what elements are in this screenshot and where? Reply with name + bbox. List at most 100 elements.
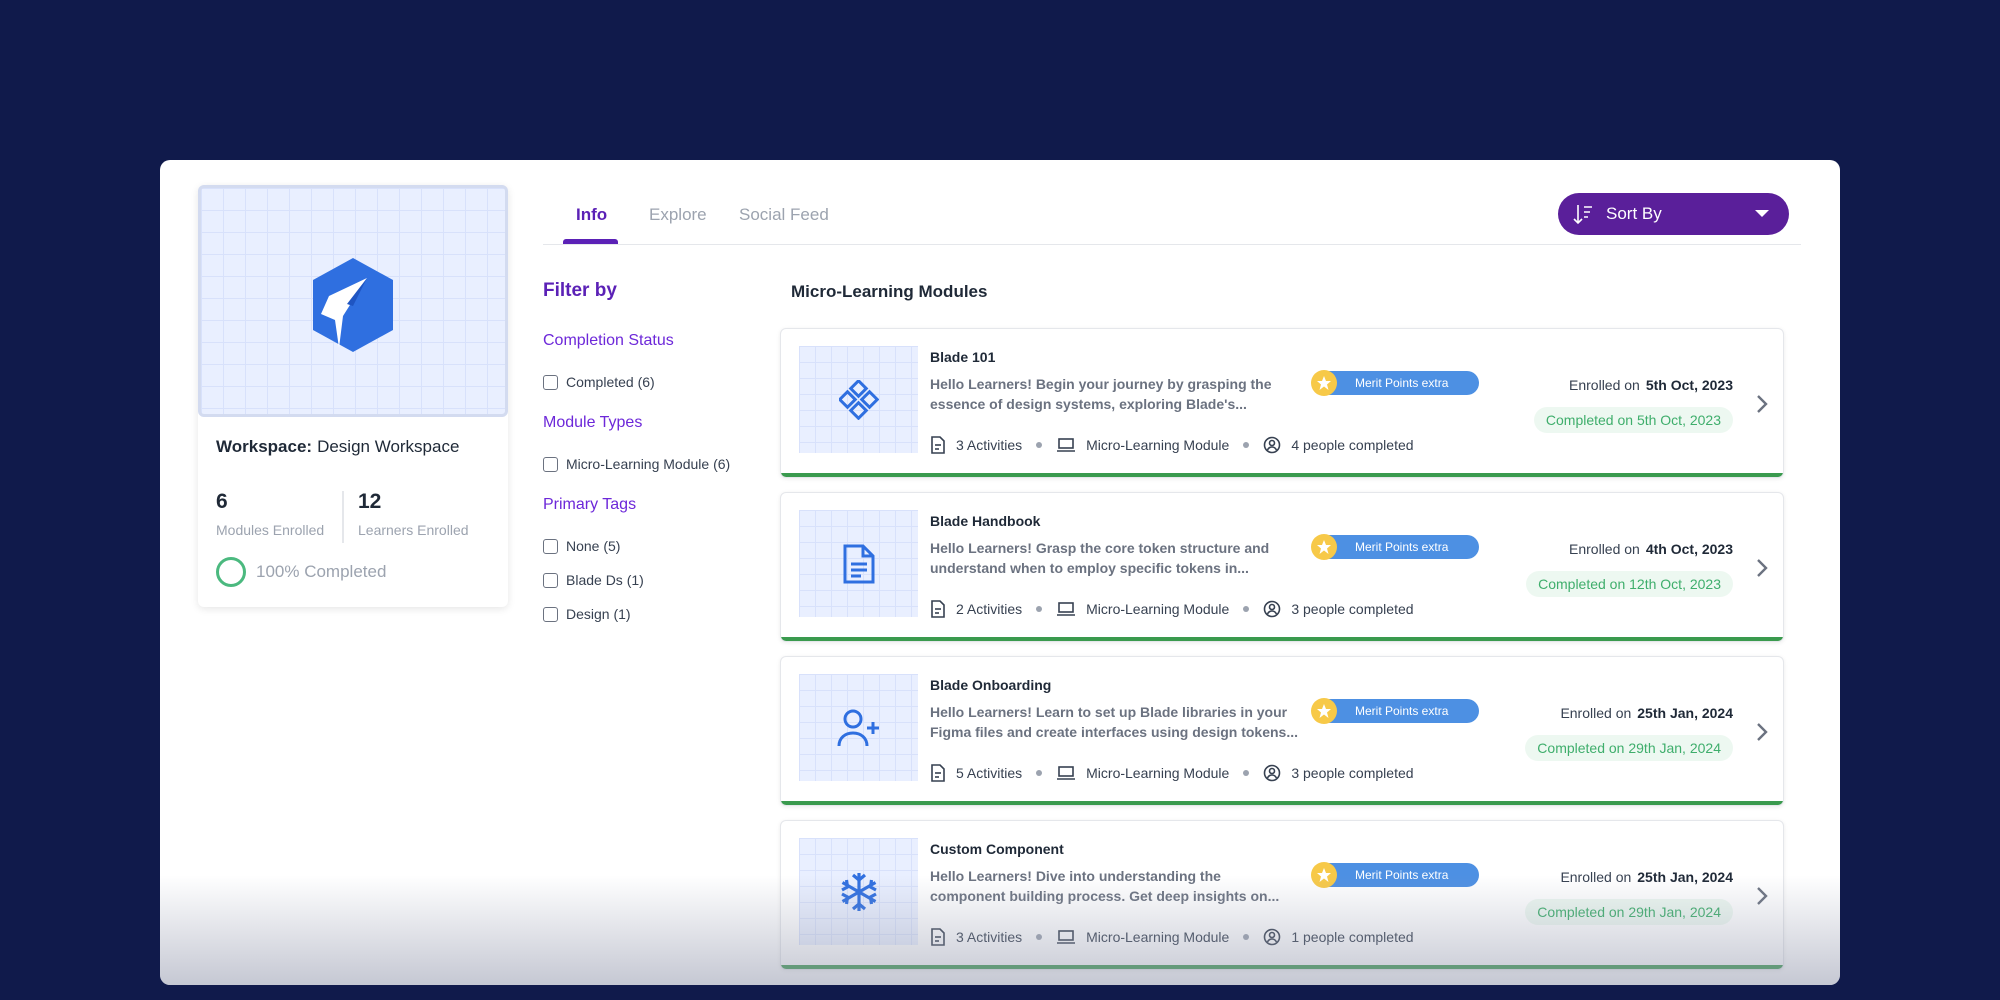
filter-title: Filter by xyxy=(543,280,617,301)
merit-points-badge: Merit Points extra xyxy=(1311,698,1479,724)
module-description-line: Figma files and create interfaces using … xyxy=(930,724,1298,740)
enrolled-info: Enrolled on 25th Jan, 2024 xyxy=(1560,705,1733,721)
filter-option-micro-learning[interactable]: Micro-Learning Module (6) xyxy=(543,456,730,472)
filter-section-primary-tags: Primary Tags xyxy=(543,496,637,513)
filter-option-blade-ds[interactable]: Blade Ds (1) xyxy=(543,572,644,588)
workspace-banner xyxy=(198,185,508,417)
star-icon xyxy=(1311,698,1337,724)
completion-ring-icon xyxy=(216,557,246,587)
merit-points-badge: Merit Points extra xyxy=(1311,862,1479,888)
filter-option-none[interactable]: None (5) xyxy=(543,538,620,554)
enrolled-info: Enrolled on 4th Oct, 2023 xyxy=(1569,541,1733,557)
chevron-right-icon[interactable] xyxy=(1755,557,1769,579)
enrolled-date: 25th Jan, 2024 xyxy=(1637,705,1733,721)
merit-points-badge: Merit Points extra xyxy=(1311,370,1479,396)
checkbox[interactable] xyxy=(543,538,558,554)
enrolled-label: Enrolled on xyxy=(1560,869,1632,885)
module-card-blade-onboarding[interactable]: Blade Onboarding Hello Learners! Learn t… xyxy=(780,656,1784,806)
document-icon xyxy=(931,436,945,454)
module-title: Blade Handbook xyxy=(930,513,1041,529)
filter-section-completion-status: Completion Status xyxy=(543,332,674,349)
module-type: Micro-Learning Module xyxy=(1086,929,1230,945)
laptop-icon xyxy=(1057,930,1076,944)
checkbox[interactable] xyxy=(543,374,558,390)
active-tab-indicator xyxy=(563,239,618,244)
enrolled-date: 4th Oct, 2023 xyxy=(1645,541,1733,557)
learners-enrolled-count: 12 xyxy=(358,490,382,513)
separator-dot xyxy=(1036,934,1043,940)
learners-enrolled-label: Learners Enrolled xyxy=(358,522,469,538)
user-circle-icon xyxy=(1264,764,1281,782)
module-description-line: essence of design systems, exploring Bla… xyxy=(930,396,1247,412)
completed-badge: Completed on 29th Jan, 2024 xyxy=(1525,735,1733,761)
star-icon xyxy=(1311,534,1337,560)
separator-dot xyxy=(1243,770,1250,776)
separator-dot xyxy=(1036,606,1043,612)
learners-enrolled-stat: 12 Learners Enrolled xyxy=(358,490,469,538)
filter-option-label: Micro-Learning Module (6) xyxy=(566,456,731,472)
module-description-line: component building process. Get deep ins… xyxy=(930,888,1280,904)
checkbox[interactable] xyxy=(543,456,558,472)
document-icon xyxy=(931,764,945,782)
tab-info[interactable]: Info xyxy=(576,205,607,225)
module-card-blade-101[interactable]: Blade 101 Hello Learners! Begin your jou… xyxy=(780,328,1784,478)
chevron-right-icon[interactable] xyxy=(1755,721,1769,743)
people-completed: 3 people completed xyxy=(1291,601,1414,617)
diamond-grid-icon xyxy=(838,379,879,420)
merit-points-label: Merit Points extra xyxy=(1355,704,1449,718)
tab-social-feed[interactable]: Social Feed xyxy=(739,205,829,225)
workspace-label: Workspace: xyxy=(216,437,313,456)
progress-bar xyxy=(781,637,1783,641)
chevron-right-icon[interactable] xyxy=(1755,885,1769,907)
module-description-line: Hello Learners! Learn to set up Blade li… xyxy=(930,704,1288,720)
snowflake-icon xyxy=(840,872,877,911)
filter-option-design[interactable]: Design (1) xyxy=(543,606,631,622)
people-completed: 3 people completed xyxy=(1291,765,1414,781)
module-description-line: Hello Learners! Begin your journey by gr… xyxy=(930,376,1272,392)
app-card: Workspace: Design Workspace 6 Modules Enr… xyxy=(160,160,1840,985)
document-icon xyxy=(931,600,945,618)
filter-option-label: None (5) xyxy=(566,538,621,554)
merit-points-label: Merit Points extra xyxy=(1355,376,1449,390)
modules-heading: Micro-Learning Modules xyxy=(791,282,988,301)
stat-divider xyxy=(342,491,344,543)
sort-by-label: Sort By xyxy=(1606,204,1662,223)
filter-option-completed[interactable]: Completed (6) xyxy=(543,374,655,390)
user-circle-icon xyxy=(1264,436,1281,454)
activities-count: 2 Activities xyxy=(956,601,1023,617)
completed-badge: Completed on 12th Oct, 2023 xyxy=(1526,571,1733,597)
module-description-line: Hello Learners! Grasp the core token str… xyxy=(930,540,1270,556)
completion-text: 100% Completed xyxy=(256,562,387,581)
separator-dot xyxy=(1243,606,1250,612)
merit-points-badge: Merit Points extra xyxy=(1311,534,1479,560)
enrolled-info: Enrolled on 5th Oct, 2023 xyxy=(1569,377,1733,393)
enrolled-label: Enrolled on xyxy=(1560,705,1632,721)
tab-explore[interactable]: Explore xyxy=(649,205,707,225)
document-icon xyxy=(843,544,874,583)
module-thumbnail xyxy=(799,838,918,945)
merit-points-label: Merit Points extra xyxy=(1355,868,1449,882)
module-meta: 5 Activities Micro-Learning Module 3 peo… xyxy=(930,764,1414,782)
module-description-line: understand when to employ specific token… xyxy=(930,560,1249,576)
user-circle-icon xyxy=(1264,600,1281,618)
enrolled-info: Enrolled on 25th Jan, 2024 xyxy=(1560,869,1733,885)
filter-option-label: Blade Ds (1) xyxy=(566,572,644,588)
workspace-card: Workspace: Design Workspace 6 Modules Enr… xyxy=(198,185,508,607)
chevron-right-icon[interactable] xyxy=(1755,393,1769,415)
workspace-name-row: Workspace: Design Workspace xyxy=(216,437,459,457)
checkbox[interactable] xyxy=(543,606,558,622)
module-card-custom-component[interactable]: Custom Component Hello Learners! Dive in… xyxy=(780,820,1784,970)
module-description: Hello Learners! Begin your journey by gr… xyxy=(930,374,1300,414)
separator-dot xyxy=(1036,770,1043,776)
checkbox[interactable] xyxy=(543,572,558,588)
star-icon xyxy=(1311,370,1337,396)
modules-enrolled-count: 6 xyxy=(216,490,228,513)
module-description-line: Hello Learners! Dive into understanding … xyxy=(930,868,1221,884)
laptop-icon xyxy=(1057,602,1076,616)
modules-enrolled-stat: 6 Modules Enrolled xyxy=(216,490,324,538)
module-description: Hello Learners! Learn to set up Blade li… xyxy=(930,702,1300,742)
user-plus-icon xyxy=(837,709,879,746)
user-circle-icon xyxy=(1264,928,1281,946)
sort-by-button[interactable]: Sort By xyxy=(1558,193,1789,235)
module-card-blade-handbook[interactable]: Blade Handbook Hello Learners! Grasp the… xyxy=(780,492,1784,642)
